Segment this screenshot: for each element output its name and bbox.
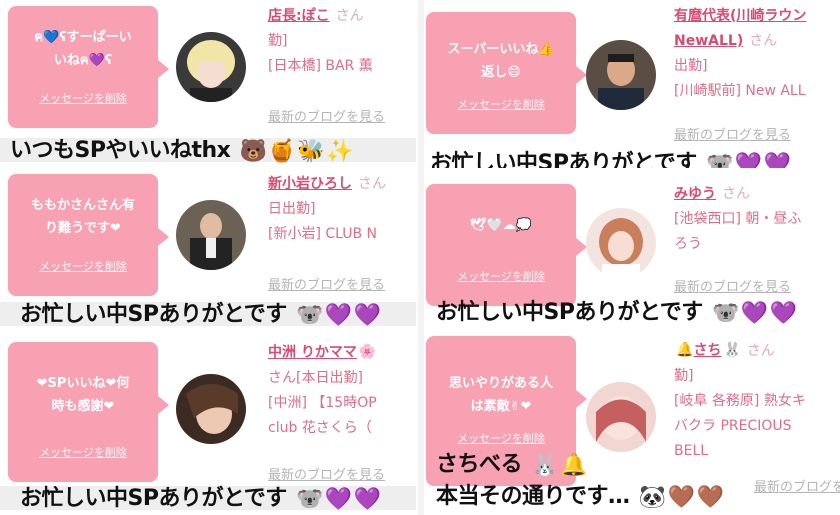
rabbit-icon: 🐰 — [723, 342, 741, 358]
purple-heart-icon: 💜 — [740, 300, 768, 326]
message-bubble: スーパーいいね👍 返し😄 メッセージを削除 — [426, 12, 587, 134]
cast-name-link[interactable]: 新小岩ひろし — [268, 176, 352, 192]
purple-heart-icon: 💜 — [324, 302, 352, 328]
sparkle-icon: ✨ — [326, 138, 354, 164]
cast-info: 🔔さち 🐰 さん 勤] [岐阜 各務原] 熟女キ バクラ PRECIOUS BELL — [674, 338, 840, 464]
purple-heart-icon: 💜 — [763, 151, 791, 169]
cast-info: 有麿代表(川崎ラウン NewALL) さん 出勤] [川崎駅前] New ALL — [674, 8, 807, 99]
avatar[interactable] — [586, 382, 656, 452]
caption-text: お忙しい中SPありがとです 🐨💜💜 — [20, 302, 381, 328]
latest-blog-link[interactable]: 最新のブログを見る — [268, 274, 416, 293]
koala-icon: 🐨 — [705, 151, 733, 169]
panda-icon: 🐼 — [638, 484, 666, 510]
delete-message-link[interactable]: メッセージを削除 — [8, 90, 158, 106]
latest-blog-link[interactable]: 最新のブログを見る — [268, 106, 416, 125]
koala-icon: 🐨 — [295, 486, 323, 512]
message-bubble: ももかさんさん有 り難うです❤ メッセージを削除 — [8, 174, 169, 296]
dm-card: 思いやりがある人 は素敵✌❤ メッセージを削除 🔔さち 🐰 さん 勤] [岐阜 各務… — [424, 336, 840, 515]
purple-heart-icon: 💜 — [353, 486, 381, 512]
koala-icon: 🐨 — [295, 302, 323, 328]
bear-icon: 🐻 — [239, 138, 267, 164]
message-text: 思いやりがある人 は素敵✌❤ — [448, 376, 553, 414]
caption-text: お忙しい中SPありがとです 🐨💜💜 — [430, 145, 791, 168]
caption-text: お忙しい中SPありがとです 🐨💜💜 — [436, 300, 797, 326]
cast-info: 新小岩ひろし さん 日出勤] [新小岩] CLUB N — [268, 176, 386, 242]
message-text: スーパーいいね👍 返し😄 — [447, 42, 555, 80]
delete-message-link[interactable]: メッセージを削除 — [426, 96, 576, 112]
cast-info: みゆう さん [池袋西口] 朝・昼ふ ろう — [674, 186, 802, 252]
koala-icon: 🐨 — [711, 300, 739, 326]
message-text: 🕊🤍☁💭 — [470, 218, 532, 233]
avatar[interactable] — [586, 40, 656, 110]
caption-text: さちべる 🐰🔔 — [436, 452, 587, 478]
message-text: ❤SPいいね❤何 時も感謝❤ — [36, 376, 130, 414]
cast-name-link[interactable]: みゆう — [674, 186, 716, 202]
purple-heart-icon: 💜 — [324, 486, 352, 512]
brown-heart-icon: 🤎 — [667, 484, 695, 510]
dm-card: 🕊🤍☁💭 メッセージを削除 みゆう さん [池袋西口] 朝・昼ふ ろう 最新のブロ… — [424, 168, 840, 336]
bell-icon: 🔔 — [676, 342, 694, 358]
purple-heart-icon: 💜 — [734, 151, 762, 169]
cast-info: 中洲 りかママ 🌸 さん[本日出勤] [中洲] 【15時OP club 花さくら（ — [268, 340, 416, 441]
message-text: ฅ💙ʕすーぱーい いねฅ💜ʕ — [34, 30, 132, 68]
brown-heart-icon: 🤎 — [696, 484, 724, 510]
latest-blog-link[interactable]: 最新のブログを見る — [674, 124, 840, 143]
cast-name-link[interactable]: 有麿代表(川崎ラウン — [674, 8, 806, 24]
cast-info: 店長:ぽこ さん 勤] [日本橋] BAR 薫 — [268, 8, 373, 74]
dm-card: ❤SPいいね❤何 時も感謝❤ メッセージを削除 中洲 りかママ 🌸 さん[本日出勤… — [0, 336, 416, 515]
dm-card: ฅ💙ʕすーぱーい いねฅ💜ʕ メッセージを削除 店長:ぽこ さん 勤] [日本橋]… — [0, 0, 416, 168]
bee-icon: 🐝 — [297, 138, 325, 164]
dm-card: ももかさんさん有 り難うです❤ メッセージを削除 新小岩ひろし さん 日出勤] [… — [0, 168, 416, 336]
avatar[interactable] — [176, 32, 246, 102]
message-bubble: ❤SPいいね❤何 時も感謝❤ メッセージを削除 — [8, 342, 169, 482]
cast-name-link[interactable]: さち — [693, 343, 721, 359]
dm-card: スーパーいいね👍 返し😄 メッセージを削除 有麿代表(川崎ラウン NewALL)… — [424, 0, 840, 168]
message-bubble: 🕊🤍☁💭 メッセージを削除 — [426, 184, 587, 306]
avatar[interactable] — [176, 200, 246, 270]
caption-text: お忙しい中SPありがとです 🐨💜💜 — [20, 486, 381, 512]
cast-name-link[interactable]: 店長:ぽこ — [268, 8, 330, 24]
purple-heart-icon: 💜 — [769, 300, 797, 326]
avatar[interactable] — [586, 208, 656, 278]
caption-text: いつもSPやいいねthx 🐻🍯🐝✨ — [10, 138, 354, 164]
bell-icon: 🔔 — [560, 452, 587, 478]
avatar[interactable] — [176, 374, 246, 444]
caption-text-line2: 本当その通りです… 🐼🤎🤎 — [436, 484, 724, 510]
message-bubble: ฅ💙ʕすーぱーい いねฅ💜ʕ メッセージを削除 — [8, 6, 169, 128]
latest-blog-link[interactable]: 最新のブログを見る — [674, 276, 840, 295]
message-text: ももかさんさん有 り難うです❤ — [30, 198, 135, 236]
delete-message-link[interactable]: メッセージを削除 — [426, 268, 576, 284]
flower-icon: 🌸 — [358, 344, 377, 360]
delete-message-link[interactable]: メッセージを削除 — [426, 430, 576, 446]
cast-name-link[interactable]: 中洲 りかママ — [268, 345, 357, 361]
honey-icon: 🍯 — [268, 138, 296, 164]
delete-message-link[interactable]: メッセージを削除 — [8, 258, 158, 274]
rabbit-icon: 🐰 — [531, 452, 559, 478]
purple-heart-icon: 💜 — [353, 302, 381, 328]
delete-message-link[interactable]: メッセージを削除 — [8, 444, 158, 460]
latest-blog-link[interactable]: 最新のブログを見る — [754, 476, 840, 495]
